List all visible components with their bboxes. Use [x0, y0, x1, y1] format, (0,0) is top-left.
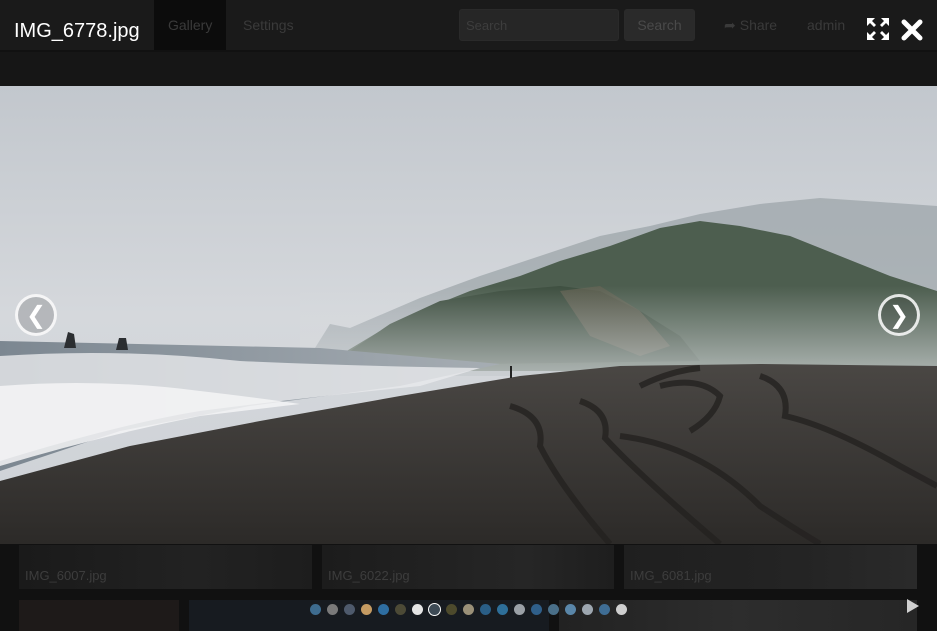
thumbnail-label: IMG_6081.jpg: [630, 568, 712, 583]
user-menu[interactable]: admin: [807, 0, 845, 50]
search-button[interactable]: Search: [624, 9, 695, 41]
chevron-right-icon: ❯: [888, 301, 910, 329]
slide-dot[interactable]: [497, 604, 508, 615]
slide-dot[interactable]: [548, 604, 559, 615]
slide-dot[interactable]: [599, 604, 610, 615]
fullscreen-icon[interactable]: [866, 17, 890, 41]
next-image-button[interactable]: ❯: [878, 294, 920, 336]
slide-dot[interactable]: [361, 604, 372, 615]
slide-dot[interactable]: [463, 604, 474, 615]
slide-dot[interactable]: [344, 604, 355, 615]
slide-dot[interactable]: [480, 604, 491, 615]
lightbox-viewer: Gallery Settings Search ➦Share admin IMG…: [0, 0, 937, 631]
close-icon[interactable]: [899, 17, 925, 43]
background-navbar: Gallery Settings Search ➦Share admin: [0, 0, 937, 50]
nav-tab-settings[interactable]: Settings: [229, 0, 308, 50]
lightbox-image: [0, 86, 937, 544]
search-input[interactable]: [459, 9, 619, 41]
slide-dot[interactable]: [582, 604, 593, 615]
thumbnail-tile[interactable]: [19, 600, 179, 631]
image-title: IMG_6778.jpg: [14, 20, 140, 42]
share-icon: ➦: [724, 17, 736, 33]
slide-dot[interactable]: [429, 604, 440, 615]
slide-dot[interactable]: [412, 604, 423, 615]
slide-dot[interactable]: [616, 604, 627, 615]
nav-tab-gallery[interactable]: Gallery: [154, 0, 227, 50]
slide-dot[interactable]: [565, 604, 576, 615]
thumbnail-label: IMG_6022.jpg: [328, 568, 410, 583]
thumbnail-label: IMG_6007.jpg: [25, 568, 107, 583]
slide-dot[interactable]: [395, 604, 406, 615]
play-icon[interactable]: [906, 598, 920, 614]
background-subbar: [0, 52, 937, 86]
slide-dot[interactable]: [531, 604, 542, 615]
chevron-left-icon: ❮: [25, 301, 47, 329]
slide-dot[interactable]: [310, 604, 321, 615]
slide-dot[interactable]: [446, 604, 457, 615]
thumbnail-tile[interactable]: IMG_6081.jpg: [624, 545, 917, 589]
slide-dot[interactable]: [514, 604, 525, 615]
slide-dot[interactable]: [327, 604, 338, 615]
thumbnail-tile[interactable]: IMG_6007.jpg: [19, 545, 312, 589]
thumbnail-tile[interactable]: IMG_6022.jpg: [322, 545, 614, 589]
slide-dot[interactable]: [378, 604, 389, 615]
share-link[interactable]: ➦ Share: [724, 0, 777, 50]
share-label: Share: [739, 17, 778, 33]
previous-image-button[interactable]: ❮: [15, 294, 57, 336]
slide-indicator: [310, 604, 630, 617]
